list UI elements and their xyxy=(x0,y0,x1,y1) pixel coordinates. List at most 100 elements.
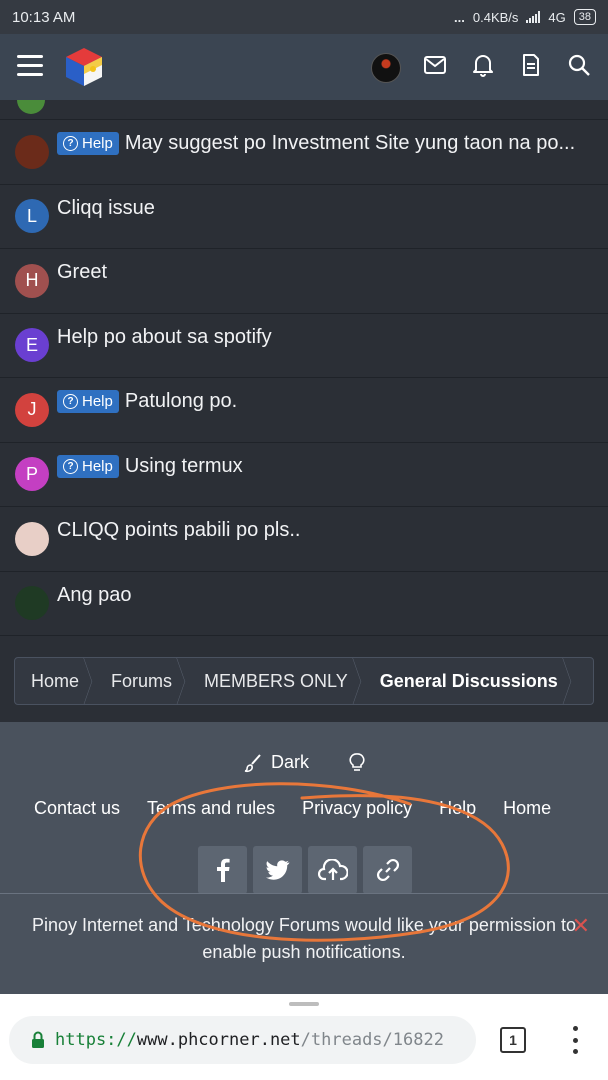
style-chooser: Dark xyxy=(0,752,608,773)
thread-title[interactable]: Using termux xyxy=(125,455,243,478)
url-text: https://www.phcorner.net/threads/16822 xyxy=(55,1030,444,1050)
avatar[interactable]: J xyxy=(15,392,49,427)
badge-label: Help xyxy=(82,393,113,410)
list-item[interactable]: ? Help May suggest po Investment Site yung… xyxy=(0,120,608,185)
overflow-menu-icon[interactable] xyxy=(571,1026,579,1054)
footer-link-help[interactable]: Help xyxy=(439,798,476,819)
breadcrumb-general-discussions[interactable]: General Discussions xyxy=(364,658,574,704)
footer-link-terms[interactable]: Terms and rules xyxy=(147,798,275,819)
lightbulb-icon[interactable] xyxy=(349,752,365,773)
thread-title[interactable]: May suggest po Investment Site yung taon… xyxy=(125,132,575,155)
avatar-letter: P xyxy=(25,463,38,484)
badge-label: Help xyxy=(82,457,113,475)
avatar-letter: J xyxy=(27,399,37,420)
help-badge[interactable]: ? Help xyxy=(57,454,119,478)
list-item[interactable] xyxy=(0,100,608,120)
footer-link-privacy[interactable]: Privacy policy xyxy=(302,798,412,819)
search-icon[interactable] xyxy=(566,50,592,80)
social-share xyxy=(198,846,412,894)
footer-links: Contact us Terms and rules Privacy polic… xyxy=(34,798,551,819)
url-path: /threads/16822 xyxy=(300,1030,444,1050)
twitter-icon[interactable] xyxy=(253,846,302,894)
breadcrumb-section: Home Forums MEMBERS ONLY General Discuss… xyxy=(0,637,608,722)
avatar[interactable]: E xyxy=(15,328,49,363)
breadcrumb-home[interactable]: Home xyxy=(15,658,95,704)
browser-bar: https://www.phcorner.net/threads/16822 1 xyxy=(0,994,608,1080)
user-avatar[interactable] xyxy=(371,53,401,83)
avatar-letter: L xyxy=(26,205,37,226)
drag-handle[interactable] xyxy=(289,1002,319,1006)
help-badge[interactable]: ? Help xyxy=(57,132,119,155)
document-icon[interactable] xyxy=(518,50,544,80)
thread-title[interactable]: Patulong po. xyxy=(125,390,237,413)
thread-list: ? Help May suggest po Investment Site yung… xyxy=(0,100,608,637)
nav-icons xyxy=(422,50,592,80)
envelope-icon[interactable] xyxy=(422,50,448,80)
avatar[interactable]: H xyxy=(15,263,49,298)
thread-title-line: Cliqq issue xyxy=(57,197,594,220)
lock-icon xyxy=(32,1031,44,1048)
bell-icon[interactable] xyxy=(470,50,496,80)
help-badge[interactable]: ? Help xyxy=(57,390,119,413)
list-item[interactable]: L Cliqq issue xyxy=(0,185,608,249)
footer-divider xyxy=(0,893,608,894)
avatar[interactable]: L xyxy=(15,199,49,234)
tab-switcher-button[interactable]: 1 xyxy=(500,1027,526,1053)
url-host: www.phcorner.net xyxy=(136,1030,301,1050)
footer-link-contact[interactable]: Contact us xyxy=(34,798,120,819)
breadcrumb: Home Forums MEMBERS ONLY General Discuss… xyxy=(14,657,594,705)
link-icon[interactable] xyxy=(363,846,412,894)
list-item[interactable]: J? Help Patulong po. xyxy=(0,378,608,443)
thread-title-line: ? Help Using termux xyxy=(57,454,594,478)
thread-title[interactable]: Greet xyxy=(57,261,107,284)
style-dark-label: Dark xyxy=(270,752,309,772)
battery-icon: 38 xyxy=(573,9,596,25)
thread-title[interactable]: Help po about sa spotify xyxy=(57,326,272,349)
thread-title-line: Ang pao xyxy=(57,584,594,607)
upload-cloud-icon[interactable] xyxy=(308,846,357,894)
thread-title-line: Greet xyxy=(57,261,594,284)
push-notification-prompt: Pinoy Internet and Technology Forums wou… xyxy=(32,915,576,962)
status-right: ... 0.4KB/s 4G 38 xyxy=(454,9,596,25)
site-logo[interactable] xyxy=(62,45,106,89)
thread-title-line: Help po about sa spotify xyxy=(57,326,594,349)
menu-icon[interactable] xyxy=(17,55,43,77)
question-icon: ? xyxy=(63,136,78,151)
signal-icon xyxy=(526,11,541,23)
thread-title-line: ? Help May suggest po Investment Site yung… xyxy=(57,132,594,155)
avatar xyxy=(17,100,45,114)
url-scheme: https:// xyxy=(55,1030,137,1050)
avatar[interactable] xyxy=(15,586,49,621)
status-dots: ... xyxy=(454,9,465,25)
thread-title-line: CLIQQ points pabili po pls.. xyxy=(57,519,594,542)
brush-icon xyxy=(244,753,261,772)
facebook-icon[interactable] xyxy=(198,846,247,894)
top-nav xyxy=(0,34,608,100)
thread-title-line: ? Help Patulong po. xyxy=(57,390,594,413)
net-speed: 0.4KB/s xyxy=(472,9,519,25)
network-type: 4G xyxy=(548,9,566,25)
question-icon: ? xyxy=(63,458,78,474)
avatar[interactable] xyxy=(15,521,49,556)
question-icon: ? xyxy=(63,394,78,409)
status-time: 10:13 AM xyxy=(12,8,76,26)
list-item[interactable]: E Help po about sa spotify xyxy=(0,314,608,378)
thread-title[interactable]: Ang pao xyxy=(57,584,132,607)
avatar[interactable]: P xyxy=(15,457,49,492)
list-item[interactable]: CLIQQ points pabili po pls.. xyxy=(0,507,608,572)
footer: Dark Contact us Terms and rules Privacy … xyxy=(0,722,608,994)
thread-title[interactable]: Cliqq issue xyxy=(57,197,155,220)
list-item[interactable]: H Greet xyxy=(0,249,608,314)
status-bar: 10:13 AM ... 0.4KB/s 4G 38 xyxy=(0,0,608,34)
breadcrumb-members-only[interactable]: MEMBERS ONLY xyxy=(188,658,364,704)
list-item[interactable]: P? Help Using termux xyxy=(0,443,608,507)
list-item[interactable]: Ang pao xyxy=(0,572,608,636)
close-icon[interactable]: ✕ xyxy=(572,913,590,939)
thread-title[interactable]: CLIQQ points pabili po pls.. xyxy=(57,519,300,542)
style-dark-button[interactable]: Dark xyxy=(243,752,309,773)
footer-link-home[interactable]: Home xyxy=(503,798,551,819)
avatar-letter: H xyxy=(25,270,39,291)
avatar[interactable] xyxy=(15,134,49,169)
address-bar[interactable]: https://www.phcorner.net/threads/16822 xyxy=(9,1016,476,1064)
breadcrumb-forums[interactable]: Forums xyxy=(95,658,188,704)
